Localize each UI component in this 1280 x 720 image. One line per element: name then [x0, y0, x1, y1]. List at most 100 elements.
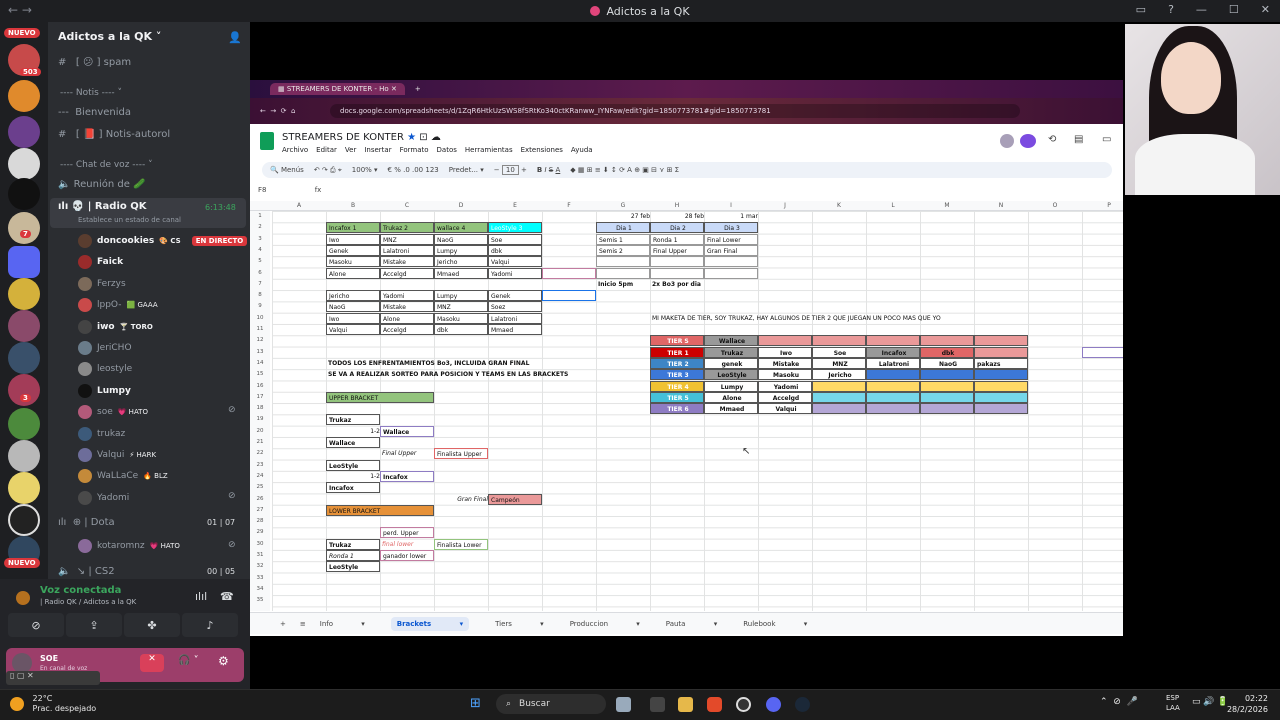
column-header[interactable]: E: [488, 202, 542, 209]
server-icon[interactable]: [8, 246, 40, 278]
tier-cell[interactable]: Alone: [704, 391, 758, 403]
channel-cs2[interactable]: 🔈 ↘ | CS2: [58, 566, 115, 577]
row-number[interactable]: 25: [250, 484, 270, 490]
voice-user[interactable]: trukaz: [78, 426, 125, 441]
undo-redo-icons[interactable]: ↶ ↷ ⎙ ⌖: [314, 166, 342, 175]
column-header[interactable]: O: [1028, 202, 1082, 209]
tier-cell[interactable]: LeoStyle: [704, 369, 758, 381]
team-header-cell[interactable]: wallace 4: [434, 222, 488, 234]
bracket-cell[interactable]: Incafox: [380, 470, 434, 482]
tier-cell[interactable]: [974, 403, 1028, 415]
column-header[interactable]: K: [812, 202, 866, 209]
team-cell[interactable]: Mistake: [380, 301, 434, 313]
user-avatar[interactable]: [12, 653, 32, 673]
tier-cell[interactable]: [974, 369, 1028, 381]
server-icon[interactable]: [8, 148, 40, 180]
row-number[interactable]: 33: [250, 575, 270, 581]
team-cell[interactable]: MNZ: [380, 233, 434, 245]
tier-cell[interactable]: [758, 335, 812, 347]
row-number[interactable]: 28: [250, 518, 270, 524]
browser-tab[interactable]: ▦ STREAMERS DE KONTER - Ho ✕: [270, 83, 405, 95]
obs-icon[interactable]: [736, 697, 751, 712]
tier-cell[interactable]: [920, 380, 974, 392]
active-cell[interactable]: [542, 290, 596, 302]
row-number[interactable]: 32: [250, 563, 270, 569]
row-number[interactable]: 11: [250, 326, 270, 332]
selected-cell[interactable]: [542, 267, 596, 279]
voice-user[interactable]: Ferzys: [78, 276, 126, 291]
channel-bienvenida[interactable]: --- Bienvenida: [58, 107, 131, 118]
snap-layout-popup[interactable]: ▯ ▢ ✕: [6, 671, 100, 685]
team-cell[interactable]: Iwo: [326, 312, 380, 324]
schedule-cell[interactable]: Semis 2: [596, 244, 650, 256]
language-indicator[interactable]: ESP LAA: [1166, 693, 1180, 713]
tier-cell[interactable]: dbk: [920, 346, 974, 358]
day-header-cell[interactable]: Dia 2: [650, 222, 704, 234]
team-cell[interactable]: dbk: [488, 244, 542, 256]
search-menus[interactable]: 🔍 Menús: [270, 166, 304, 174]
row-number[interactable]: 19: [250, 416, 270, 422]
bracket-cell[interactable]: Ronda 1: [326, 550, 380, 561]
voice-user[interactable]: kotaromnz 💗 HATO: [78, 539, 180, 553]
tier-cell[interactable]: [974, 380, 1028, 392]
row-number[interactable]: 9: [250, 303, 270, 309]
team-cell[interactable]: Mmaed: [434, 267, 488, 279]
server-name[interactable]: Adictos a la QK ˅: [58, 30, 161, 43]
bracket-cell[interactable]: Finalista Upper: [434, 448, 488, 460]
row-number[interactable]: 5: [250, 258, 270, 264]
tier-cell[interactable]: Yadomi: [758, 380, 812, 392]
row-number[interactable]: 10: [250, 315, 270, 321]
channel-status-prompt[interactable]: Establece un estado de canal: [78, 216, 181, 224]
tier-cell[interactable]: Lumpy: [704, 380, 758, 392]
team-header-cell[interactable]: Trukaz 2: [380, 222, 434, 234]
menu-item[interactable]: Extensiones: [521, 146, 563, 154]
menu-item[interactable]: Ayuda: [571, 146, 593, 154]
taskbar-app-icon[interactable]: [616, 697, 631, 712]
tier-cell[interactable]: Mistake: [758, 357, 812, 369]
tier-cell[interactable]: [920, 391, 974, 403]
row-number[interactable]: 34: [250, 586, 270, 592]
server-icon[interactable]: [8, 212, 40, 244]
team-cell[interactable]: Lalatroni: [488, 312, 542, 324]
sheet-tab[interactable]: Info ▾: [320, 620, 365, 628]
voice-user[interactable]: lppO- 🟩 GAAA: [78, 298, 158, 313]
meet-icon[interactable]: ▭: [1102, 134, 1111, 145]
sheet-tab-active[interactable]: Brackets ▾: [390, 616, 470, 631]
row-number[interactable]: 13: [250, 349, 270, 355]
history-icon[interactable]: ⟲: [1048, 134, 1056, 145]
tier-cell[interactable]: [866, 335, 920, 347]
voice-user[interactable]: WaLLaCe 🔥 BLZ: [78, 469, 168, 484]
tier-cell[interactable]: genek: [704, 357, 758, 369]
note-cell[interactable]: SE VA A REALIZAR SORTEO PARA POSICION Y …: [326, 369, 650, 380]
column-header[interactable]: F: [542, 202, 596, 209]
inbox-icon[interactable]: ▭: [1136, 3, 1146, 16]
note-cell[interactable]: TODOS LOS ENFRENTAMIENTOS Bo3, INCLUIDA …: [326, 358, 596, 369]
schedule-cell[interactable]: [704, 256, 758, 268]
bracket-cell[interactable]: Wallace: [326, 437, 380, 448]
tier-cell[interactable]: pakazs: [974, 357, 1028, 369]
voice-user[interactable]: iwo 🍸 TORO: [78, 319, 153, 334]
screen-share-button[interactable]: ⇪: [66, 613, 122, 637]
team-cell[interactable]: Masoku: [434, 312, 488, 324]
day-header-cell[interactable]: Dia 1: [596, 222, 650, 234]
team-cell[interactable]: Alone: [326, 267, 380, 279]
camera-off-button[interactable]: ⊘: [8, 613, 64, 637]
row-number[interactable]: 12: [250, 337, 270, 343]
champion-cell[interactable]: Campeón: [488, 493, 542, 505]
team-cell[interactable]: Soez: [488, 301, 542, 313]
name-box[interactable]: F8 fx: [258, 186, 321, 194]
column-header[interactable]: D: [434, 202, 488, 209]
server-icon[interactable]: [8, 278, 40, 310]
zoom-select[interactable]: 100% ▾: [352, 166, 378, 174]
row-number[interactable]: 17: [250, 394, 270, 400]
menu-item[interactable]: Editar: [316, 146, 337, 154]
team-cell[interactable]: Soe: [488, 233, 542, 245]
tier-cell[interactable]: [866, 391, 920, 403]
server-icon[interactable]: [8, 342, 40, 374]
mute-button[interactable]: ✕: [140, 654, 164, 672]
column-header[interactable]: L: [866, 202, 920, 209]
tier-cell[interactable]: Jericho: [812, 369, 866, 381]
tier-cell[interactable]: [812, 403, 866, 415]
row-number[interactable]: 8: [250, 292, 270, 298]
schedule-cell[interactable]: Final Upper: [650, 244, 704, 256]
